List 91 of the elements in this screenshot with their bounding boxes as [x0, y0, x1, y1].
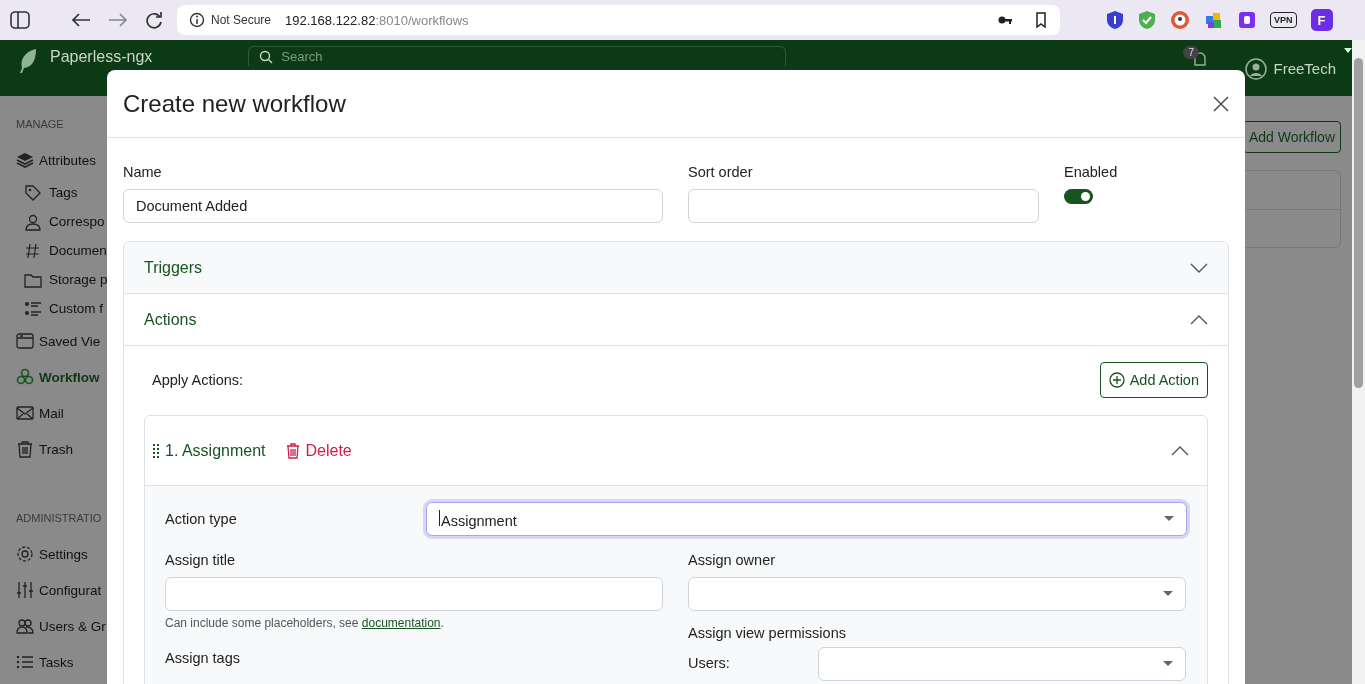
sidebar-item[interactable]: Documen — [24, 236, 107, 265]
nav-icon — [16, 404, 34, 422]
delete-button[interactable]: Delete — [285, 441, 352, 460]
shield-check-icon[interactable] — [1138, 10, 1156, 30]
sidebar-heading: ADMINISTRATIO — [16, 512, 102, 524]
nav-icon — [16, 581, 34, 599]
chevron-up-icon — [1190, 314, 1208, 325]
url-text[interactable]: 192.168.122.82:8010/workflows — [285, 12, 469, 28]
toggle-switch[interactable] — [1064, 189, 1093, 204]
select-field[interactable]: Assignment — [426, 502, 1187, 536]
close-icon — [1213, 95, 1229, 112]
field-label: Name — [123, 164, 163, 180]
nav-icon — [16, 617, 34, 635]
nav-icon — [24, 212, 42, 231]
sidebar-item[interactable]: Workflow — [16, 359, 100, 395]
sidebar-item[interactable]: Trash — [16, 431, 73, 467]
back-icon[interactable] — [71, 12, 91, 28]
sidebar-item[interactable]: Settings — [16, 536, 88, 572]
caret-icon — [1164, 516, 1174, 522]
notification-badge: 7 — [1183, 46, 1200, 59]
close-button[interactable] — [1213, 95, 1229, 112]
chevron-down-icon — [1190, 262, 1208, 273]
shield-icon[interactable] — [1106, 10, 1124, 30]
field-label: Action type — [165, 511, 238, 527]
input-field[interactable] — [688, 189, 1039, 223]
nav-icon — [24, 299, 42, 318]
nav-icon — [24, 183, 42, 202]
sidebar-item[interactable]: Users & Gr — [16, 608, 106, 644]
sidebar-item[interactable]: Tasks — [16, 644, 74, 680]
sidebar-item[interactable]: Tags — [24, 178, 78, 207]
nav-icon — [16, 151, 34, 169]
sidebar-item[interactable]: Correspo — [24, 207, 105, 236]
vpn-extension[interactable]: VPN — [1270, 12, 1297, 28]
leaf-icon — [18, 48, 38, 74]
sidebar-item[interactable]: Custom f — [24, 294, 103, 323]
caret-icon — [1163, 661, 1173, 667]
section-label: Apply Actions: — [152, 372, 244, 388]
field-label: Assign view permissions — [688, 625, 847, 641]
field-label: Sort order — [688, 164, 754, 180]
forward-icon[interactable] — [108, 12, 128, 28]
nav-icon — [16, 368, 34, 386]
key-icon[interactable] — [998, 15, 1012, 25]
nav-icon — [16, 440, 34, 458]
nav-icon — [16, 545, 34, 563]
sidebar-item[interactable]: Storage p — [24, 265, 108, 294]
input-field[interactable]: Document Added — [123, 189, 663, 223]
sidebar-heading: MANAGE — [16, 118, 64, 130]
select-field[interactable] — [818, 647, 1186, 681]
caret-icon[interactable] — [1344, 48, 1352, 54]
field-label: Users: — [688, 655, 731, 671]
scrollbar[interactable] — [1352, 40, 1365, 684]
sidebar-item[interactable]: Attributes — [16, 142, 97, 178]
info-icon[interactable] — [189, 12, 205, 28]
user-menu[interactable]: FreeTech — [1273, 60, 1336, 77]
profile-extension[interactable]: F — [1310, 9, 1333, 31]
nav-icon — [16, 653, 34, 671]
select-field[interactable] — [688, 577, 1186, 611]
address-bar[interactable]: Not Secure 192.168.122.82:8010/workflows — [177, 5, 1060, 35]
nav-icon — [16, 332, 34, 350]
drag-handle-icon[interactable] — [153, 443, 159, 458]
nav-icon — [24, 241, 42, 260]
accordion-header[interactable]: Triggers — [124, 242, 1228, 294]
search-icon — [259, 49, 274, 64]
plus-circle-icon — [1108, 372, 1125, 388]
sidebar-item[interactable]: Configurat — [16, 572, 102, 608]
help-text: Can include some placeholders, see documentation. — [165, 616, 445, 630]
input-field[interactable] — [165, 577, 663, 611]
add-action-button[interactable]: Add Action — [1099, 362, 1208, 398]
field-label: Assign owner — [688, 552, 777, 568]
sidebar-item[interactable]: Saved Vie — [16, 323, 101, 359]
search-field[interactable]: Search — [248, 46, 787, 66]
action-title[interactable]: 1. Assignment — [165, 441, 266, 460]
field-label: Assign tags — [165, 650, 241, 666]
extension-icon[interactable] — [1238, 11, 1256, 29]
reload-icon[interactable] — [145, 11, 163, 29]
chevron-up-icon[interactable] — [1171, 445, 1189, 456]
caret-icon — [1163, 591, 1173, 597]
field-label: Enabled — [1064, 164, 1119, 180]
modal-title: Create new workflow — [123, 89, 347, 118]
bookmark-icon[interactable] — [1034, 12, 1048, 28]
app-name[interactable]: Paperless-ngx — [50, 48, 153, 66]
bell-icon[interactable] — [1193, 52, 1208, 66]
add-workflow-button[interactable]: Add Workflow — [1242, 121, 1341, 153]
documentation-link[interactable]: documentation — [361, 616, 441, 630]
field-label: Assign title — [165, 552, 237, 568]
sidebar-toggle-icon[interactable] — [10, 11, 30, 29]
cubes-icon[interactable] — [1204, 10, 1224, 30]
user-avatar-icon[interactable] — [1245, 58, 1268, 80]
trash-icon — [285, 442, 300, 459]
security-label[interactable]: Not Secure — [211, 13, 272, 27]
sidebar-item[interactable]: Mail — [16, 395, 64, 431]
